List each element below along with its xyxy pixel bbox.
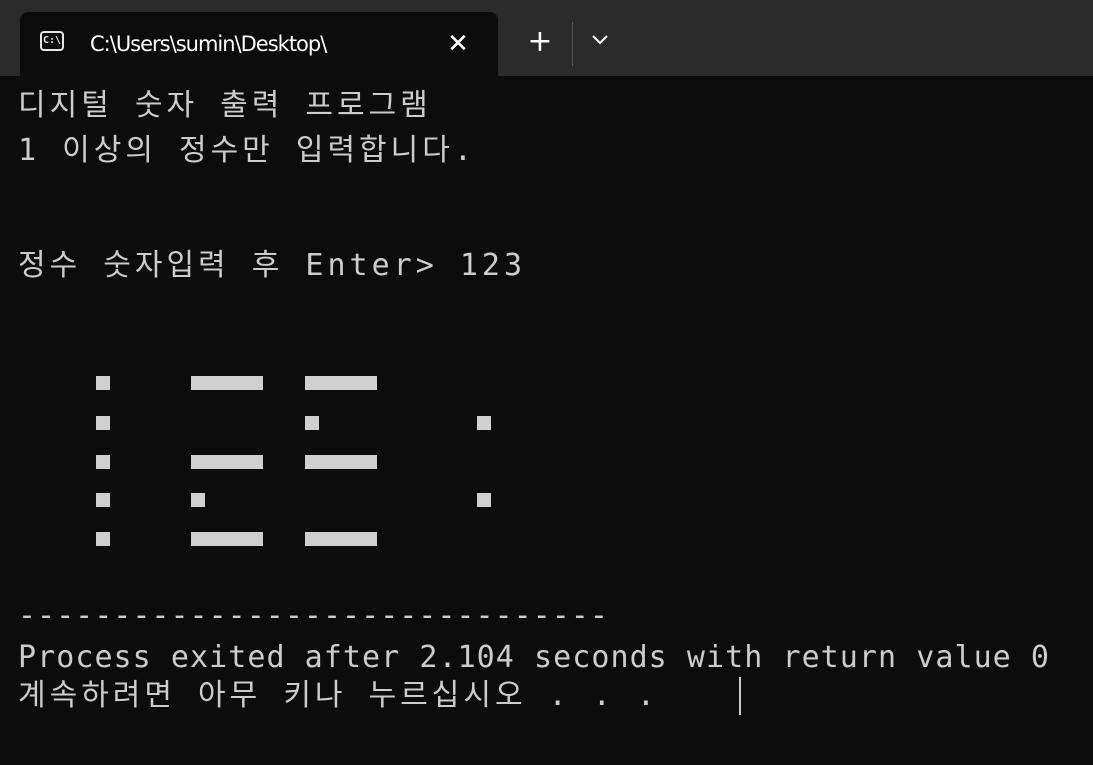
segment-bar bbox=[305, 455, 377, 469]
new-tab-button[interactable]: + bbox=[519, 22, 561, 62]
segment-pixel bbox=[96, 455, 110, 469]
segment-bar bbox=[191, 376, 263, 390]
program-title-line: 디지털 숫자 출력 프로그램 bbox=[18, 88, 432, 123]
tab-title: C:\Users\sumin\Desktop\ bbox=[90, 32, 327, 56]
segment-pixel bbox=[191, 493, 205, 507]
segment-bar bbox=[191, 455, 263, 469]
segment-bar bbox=[305, 532, 377, 546]
console-output[interactable]: 디지털 숫자 출력 프로그램 1 이상의 정수만 입력합니다. 정수 숫자입력 … bbox=[0, 76, 1093, 765]
segment-pixel bbox=[96, 493, 110, 507]
tab-divider bbox=[572, 22, 573, 66]
terminal-tab[interactable]: C:\ C:\Users\sumin\Desktop\ ✕ bbox=[20, 12, 498, 76]
press-any-key-line: 계속하려면 아무 키나 누르십시오 . . . bbox=[18, 678, 659, 713]
tab-dropdown-button[interactable] bbox=[580, 22, 620, 62]
segment-pixel bbox=[477, 416, 491, 430]
close-tab-button[interactable]: ✕ bbox=[438, 24, 478, 64]
text-cursor bbox=[739, 677, 741, 715]
process-exit-line: Process exited after 2.104 seconds with … bbox=[18, 640, 1051, 675]
cmd-icon: C:\ bbox=[40, 31, 64, 51]
segment-bar bbox=[191, 532, 263, 546]
segment-pixel bbox=[96, 416, 110, 430]
separator-line: ------------------------------- bbox=[18, 598, 609, 633]
segment-pixel bbox=[96, 532, 110, 546]
instruction-line: 1 이상의 정수만 입력합니다. bbox=[18, 133, 476, 168]
segment-pixel bbox=[305, 416, 319, 430]
input-prompt-line: 정수 숫자입력 후 Enter> 123 bbox=[18, 248, 526, 283]
segment-bar bbox=[305, 376, 377, 390]
segment-pixel bbox=[96, 376, 110, 390]
segment-pixel bbox=[477, 493, 491, 507]
title-bar: C:\ C:\Users\sumin\Desktop\ ✕ + bbox=[0, 0, 1093, 76]
chevron-down-icon bbox=[592, 35, 608, 45]
